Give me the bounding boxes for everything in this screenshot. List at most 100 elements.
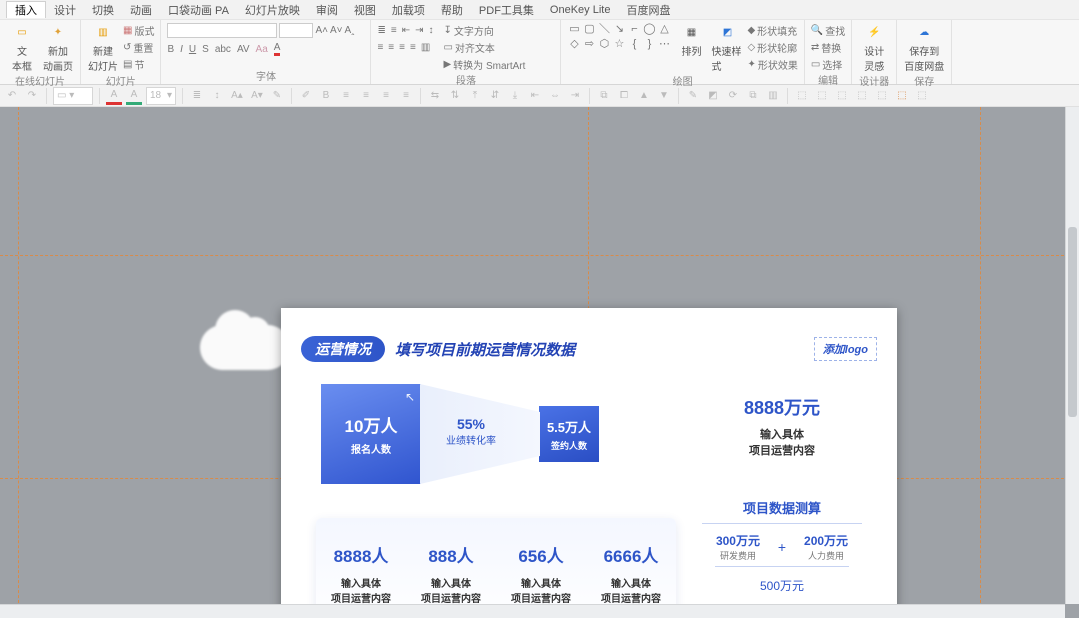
right-top-metric[interactable]: 8888万元 输入具体 项目运营内容 [697,394,867,458]
slide-editor[interactable]: 运营情况 填写项目前期运营情况数据 添加logo ↖ 10万人 报名人数 5.5… [0,107,1079,618]
shape-rect-icon[interactable]: ▭ [567,22,581,36]
textbox-button[interactable]: ▭ 文 本框 [6,22,38,73]
bullets-quick-icon[interactable]: ≣ [189,87,205,105]
extra2-icon[interactable]: ⬚ [814,87,830,105]
send-back-icon[interactable]: ▼ [656,87,672,105]
logo-placeholder[interactable]: 添加logo [814,337,877,361]
shape-picker[interactable]: ▭ ▾ [53,87,93,105]
funnel-stage-1[interactable]: ↖ 10万人 报名人数 [321,384,421,484]
align-c-icon[interactable]: ≡ [358,87,374,105]
extra6-icon[interactable]: ⬚ [894,87,910,105]
selection-pane-icon[interactable]: ▥ [765,87,781,105]
font-size-quick[interactable]: 18▾ [146,87,176,105]
dist-h-icon[interactable]: ⇆ [427,87,443,105]
align-center-icon[interactable]: ≡ [388,42,394,53]
shape-star-icon[interactable]: ☆ [612,37,626,51]
right-column[interactable]: 8888万元 输入具体 项目运营内容 项目数据测算 300万元 研发费用 + 2… [697,394,867,618]
spacing-icon[interactable]: AV [237,44,250,55]
shape-line-icon[interactable]: ＼ [597,22,611,36]
ungroup-icon[interactable]: ⧠ [616,87,632,105]
rotate-icon[interactable]: ⟳ [725,87,741,105]
cost-item-2[interactable]: 200万元 人力费用 [790,532,862,562]
indent-dec-icon[interactable]: ⇤ [402,25,410,36]
extra1-icon[interactable]: ⬚ [794,87,810,105]
format-painter-icon[interactable]: ✐ [298,87,314,105]
align-top-icon[interactable]: ⤒ [467,87,483,105]
find-button[interactable]: 🔍查找 [811,22,845,38]
tab-animation[interactable]: 动画 [122,2,160,18]
align-mid-icon[interactable]: ⇵ [487,87,503,105]
stat-4[interactable]: 6666人 输入具体 项目运营内容 [601,542,661,605]
undo-icon[interactable]: ↶ [4,87,20,105]
shape-arrow-icon[interactable]: ↘ [612,22,626,36]
designer-button[interactable]: ⚡ 设计 灵感 [858,22,890,73]
tab-slideshow[interactable]: 幻灯片放映 [237,2,308,18]
tab-insert[interactable]: 插入 [6,1,46,18]
new-slide-button[interactable]: ▥ 新建 幻灯片 [87,22,119,73]
font-grow-icon[interactable]: A▴ [229,87,245,105]
section-badge[interactable]: 运营情况 [301,336,385,362]
align-right-icon[interactable]: ≡ [399,42,405,53]
slide-title[interactable]: 填写项目前期运营情况数据 [395,339,575,360]
linespace-quick-icon[interactable]: ↕ [209,87,225,105]
dist-v-icon[interactable]: ⇅ [447,87,463,105]
fill-color-quick-icon[interactable]: A [126,87,142,105]
shape-oval-icon[interactable]: ◯ [642,22,656,36]
tab-design[interactable]: 设计 [46,2,84,18]
tab-help[interactable]: 帮助 [433,2,471,18]
shape-diamond-icon[interactable]: ◇ [567,37,581,51]
save-baidu-button[interactable]: ☁ 保存到 百度网盘 [903,22,945,73]
shape-outline-button[interactable]: ◇形状轮廓 [747,39,797,55]
font-name-input[interactable] [167,23,277,38]
indent-inc-icon[interactable]: ⇥ [415,25,423,36]
tab-view[interactable]: 视图 [346,2,384,18]
vertical-scrollbar[interactable] [1065,107,1079,604]
tab-onekey-lite[interactable]: OneKey Lite [542,4,619,16]
extra5-icon[interactable]: ⬚ [874,87,890,105]
font-color-icon[interactable]: A [274,42,281,56]
tab-baidu-disk[interactable]: 百度网盘 [618,2,678,18]
shape-brace-icon[interactable]: { [627,37,641,51]
reset-button[interactable]: ↺重置 [123,39,154,55]
underline-icon[interactable]: U [189,44,196,55]
decrease-font-icon[interactable]: A˅ [330,25,343,36]
tab-transition[interactable]: 切换 [84,2,122,18]
line-spacing-icon[interactable]: ↕ [428,25,433,36]
shape-fx-icon[interactable]: ◩ [705,87,721,105]
extra3-icon[interactable]: ⬚ [834,87,850,105]
extra4-icon[interactable]: ⬚ [854,87,870,105]
stat-3[interactable]: 656人 输入具体 项目运营内容 [511,542,571,605]
shapes-gallery[interactable]: ▭▢＼↘⌐◯△ ◇⇨⬡☆{}⋯ [567,22,671,51]
highlight-quick-icon[interactable]: ✎ [269,87,285,105]
bring-front-icon[interactable]: ▲ [636,87,652,105]
layout-button[interactable]: ▦版式 [123,22,154,38]
text-direction-button[interactable]: ↧文字方向 [443,22,525,38]
font-shrink-icon[interactable]: A▾ [249,87,265,105]
tab-addins[interactable]: 加载项 [384,2,433,18]
quick-style-button[interactable]: ◩ 快速样式 [711,22,743,73]
shape-tri-icon[interactable]: △ [657,22,671,36]
funnel-mid[interactable]: 55% 业绩转化率 [431,416,511,447]
stats-card[interactable]: 8888人 输入具体 项目运营内容 888人 输入具体 项目运营内容 656人 … [316,518,676,618]
extra7-icon[interactable]: ⬚ [914,87,930,105]
align-l-icon[interactable]: ≡ [338,87,354,105]
eyedropper-icon[interactable]: ✎ [685,87,701,105]
select-button[interactable]: ▭选择 [811,56,845,72]
smartart-button[interactable]: ▶转换为 SmartArt [443,56,525,72]
align-left2-icon[interactable]: ⇤ [527,87,543,105]
shape-more-icon[interactable]: ⋯ [657,37,671,51]
slide-canvas[interactable]: 运营情况 填写项目前期运营情况数据 添加logo ↖ 10万人 报名人数 5.5… [281,308,897,618]
columns-icon[interactable]: ▥ [421,42,430,53]
crop-icon[interactable]: ⧉ [745,87,761,105]
italic-icon[interactable]: I [180,44,183,55]
tab-review[interactable]: 审阅 [308,2,346,18]
bold-quick-icon[interactable]: B [318,87,334,105]
shape-hex-icon[interactable]: ⬡ [597,37,611,51]
replace-button[interactable]: ⇄替换 [811,39,845,55]
add-anim-button[interactable]: ✦ 新加 动画页 [42,22,74,73]
vertical-scroll-thumb[interactable] [1068,227,1077,417]
bullets-icon[interactable]: ≣ [377,25,385,36]
shape-conn-icon[interactable]: ⌐ [627,22,641,36]
clear-format-icon[interactable]: Aꞈ [344,25,354,36]
shape-effects-button[interactable]: ✦形状效果 [747,56,797,72]
